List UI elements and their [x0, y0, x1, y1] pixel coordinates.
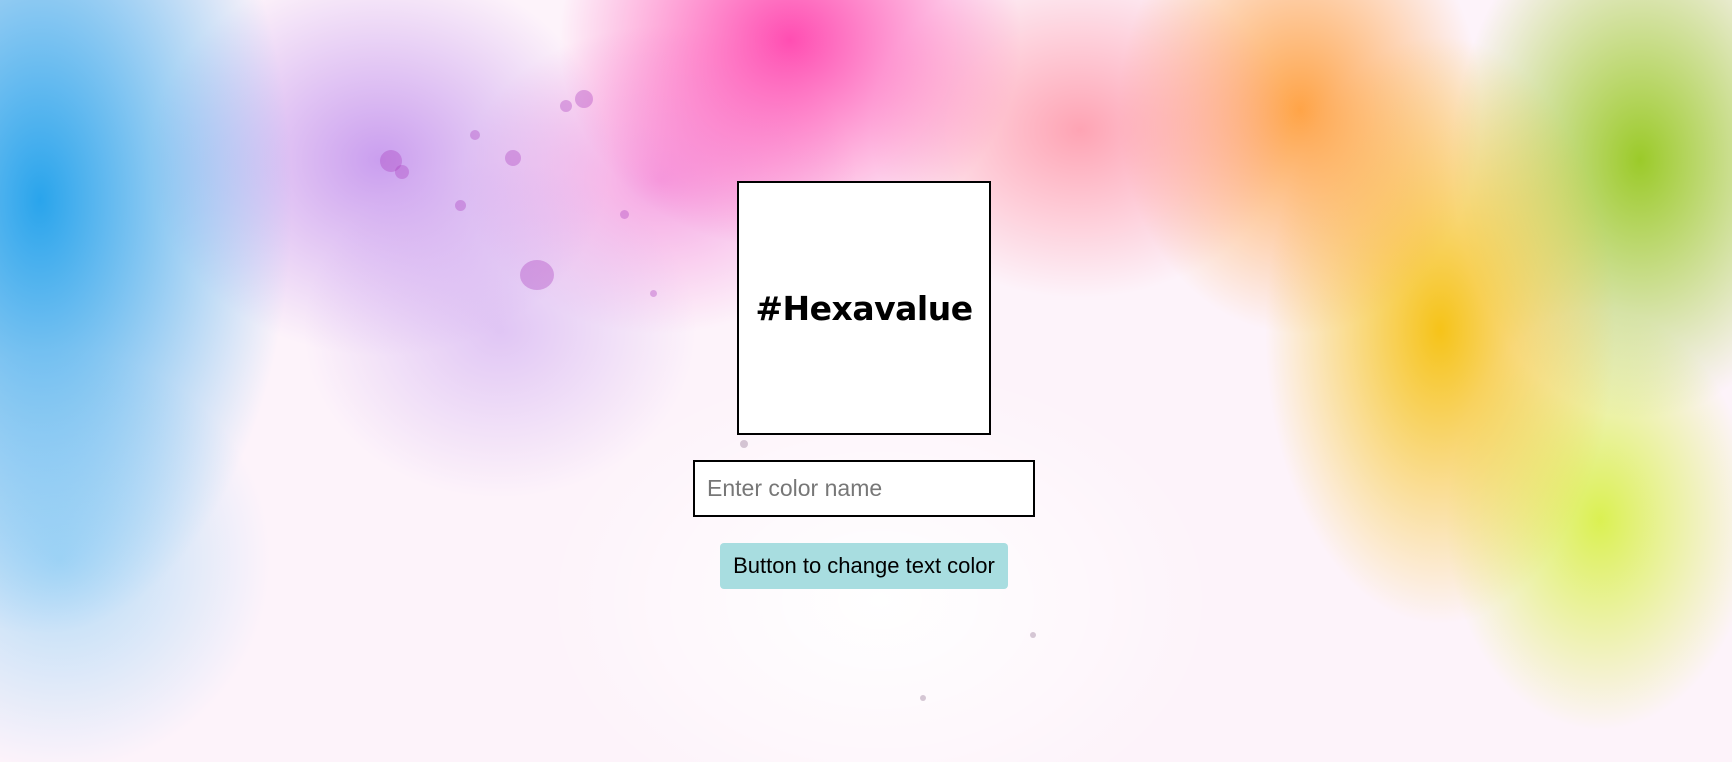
paint-splatter	[650, 290, 657, 297]
paint-splatter	[920, 695, 926, 701]
paint-splatter	[620, 210, 629, 219]
hex-value-text: #Hexavalue	[755, 288, 973, 328]
paint-splatter	[560, 100, 572, 112]
paint-splatter	[1030, 632, 1036, 638]
color-name-input[interactable]	[693, 460, 1035, 517]
paint-splatter	[740, 440, 748, 448]
paint-splatter	[470, 130, 480, 140]
paint-splatter	[505, 150, 521, 166]
paint-splatter	[520, 260, 554, 290]
paint-splatter	[575, 90, 593, 108]
change-text-color-button[interactable]: Button to change text color	[720, 543, 1008, 589]
paint-splatter	[455, 200, 466, 211]
paint-splatter	[395, 165, 409, 179]
hex-display-box: #Hexavalue	[737, 181, 991, 435]
